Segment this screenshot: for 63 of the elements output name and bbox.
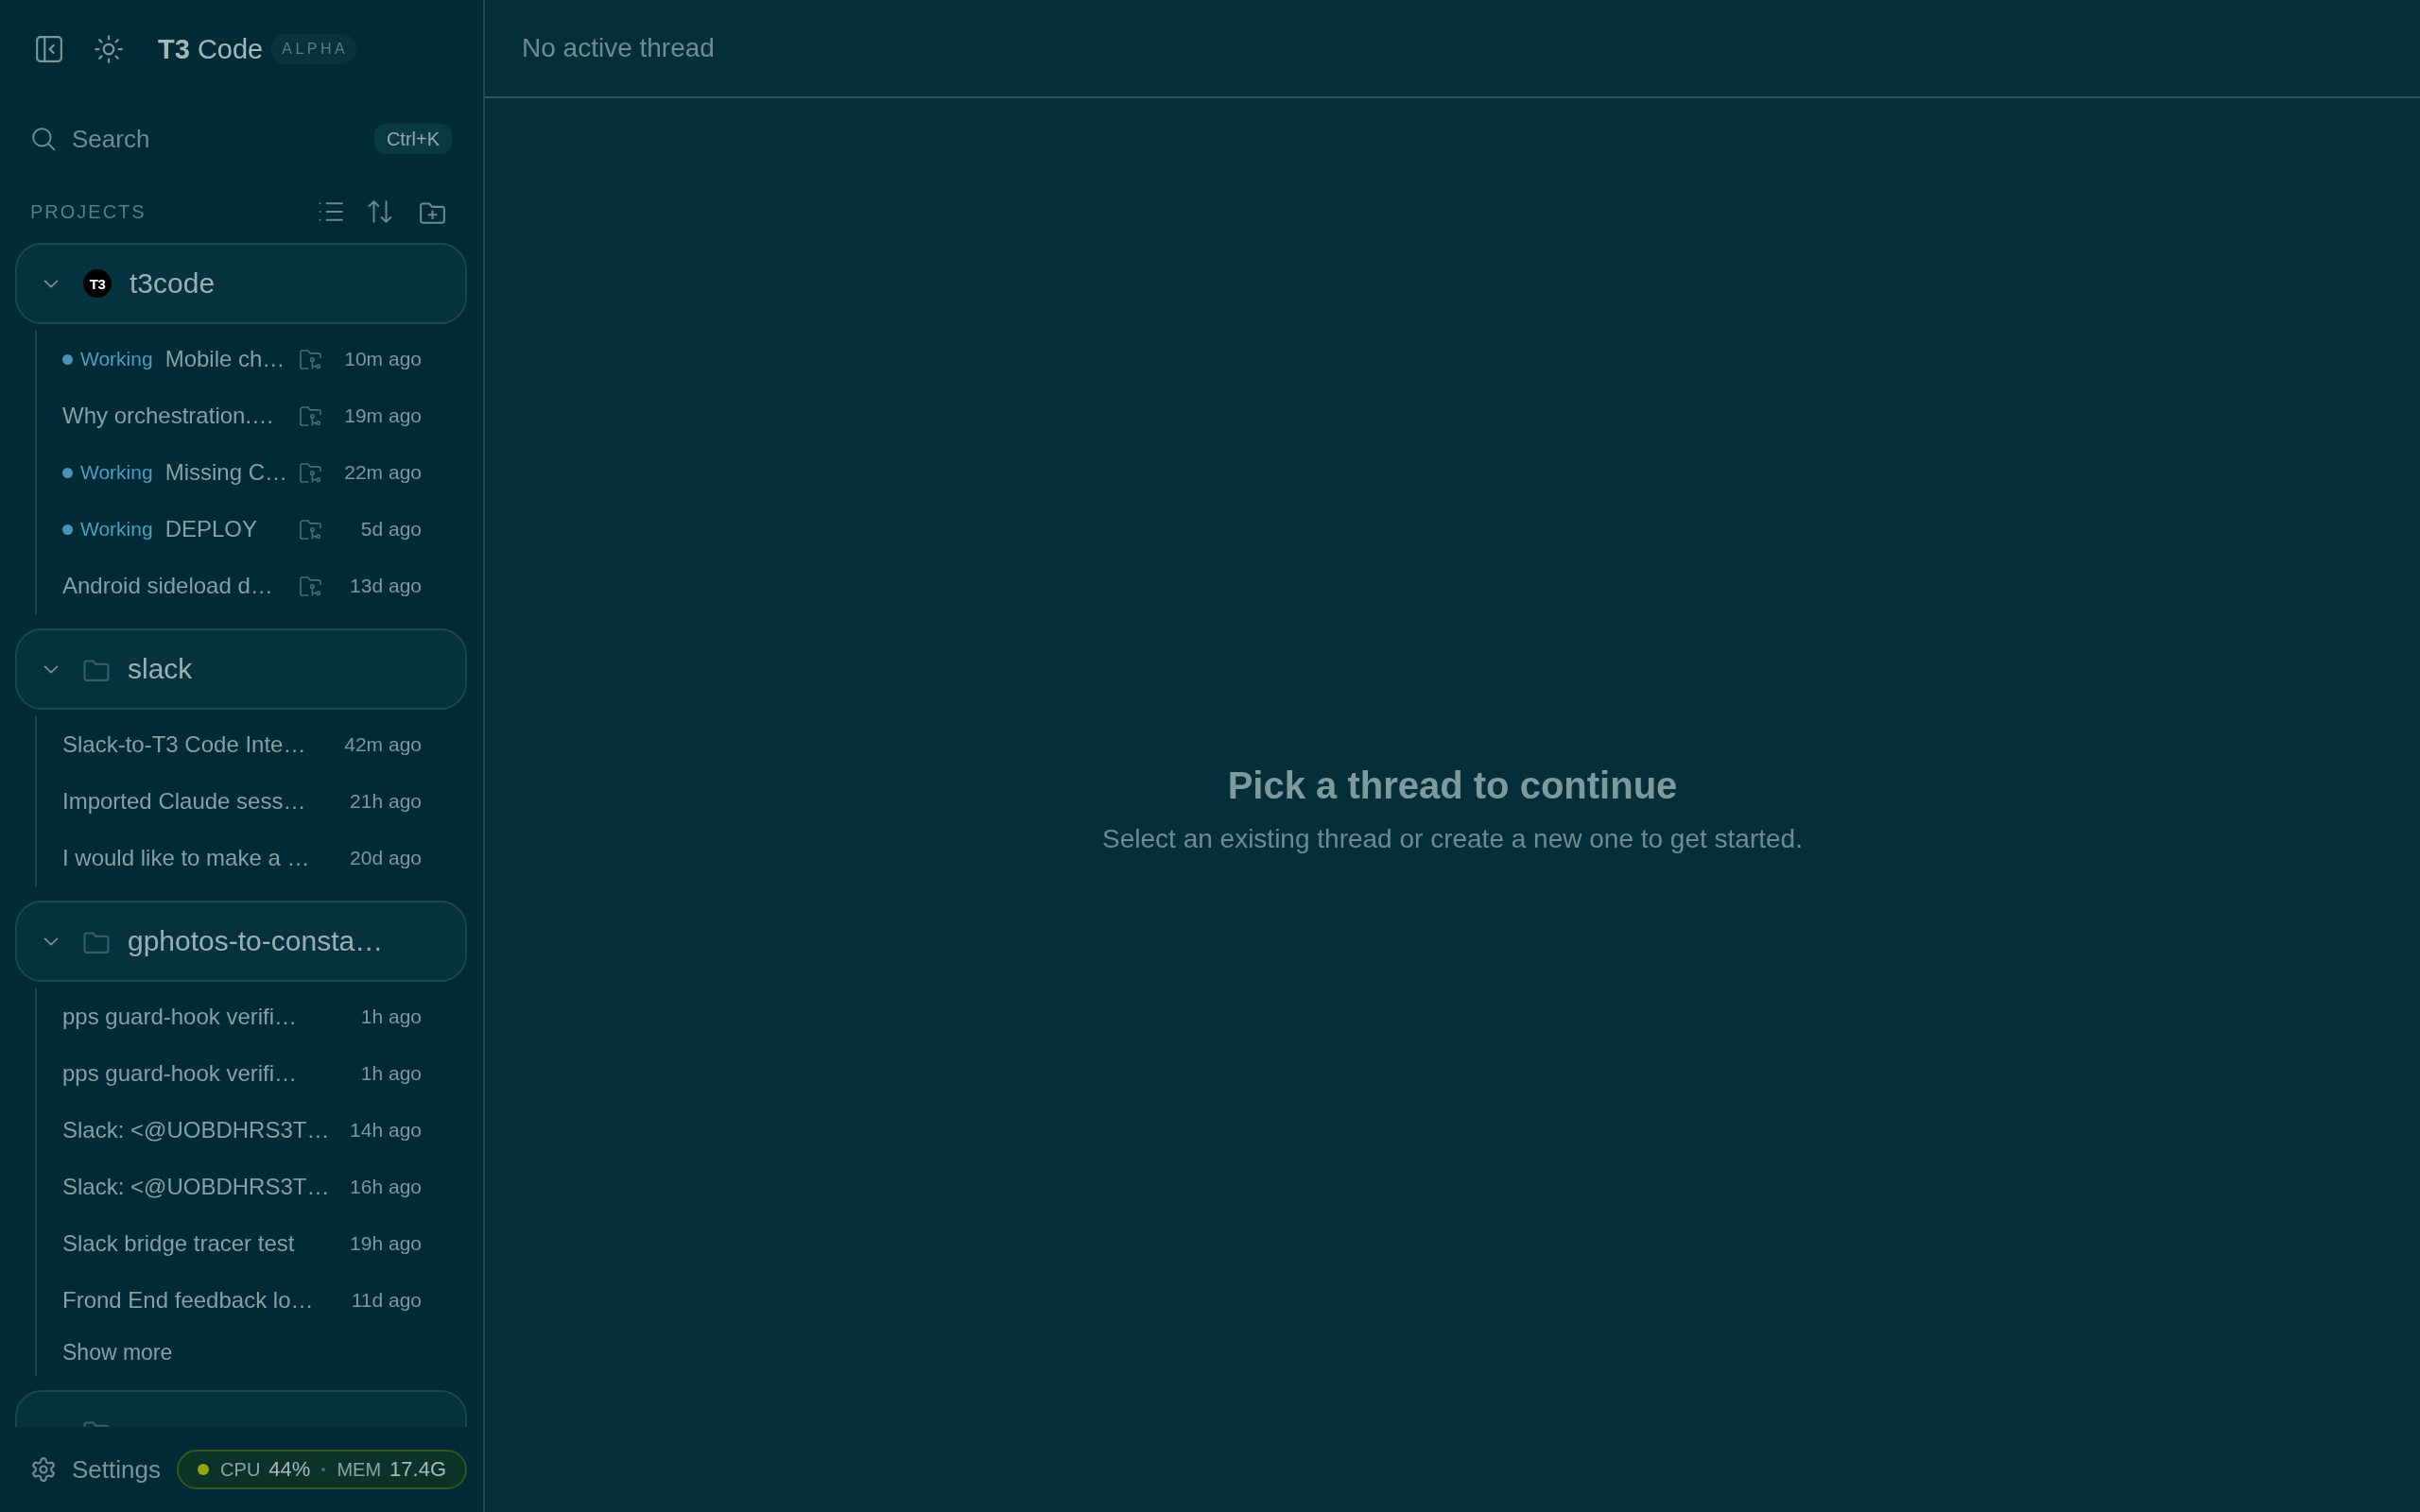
empty-state-text: Select an existing thread or create a new one to get started. xyxy=(1102,822,1803,855)
status-label: Working xyxy=(80,518,153,541)
show-more-link[interactable]: Show more xyxy=(62,1339,173,1366)
project-logo: T3 xyxy=(83,269,112,298)
thread-time: 20d ago xyxy=(350,847,422,869)
status-dot-icon xyxy=(198,1464,210,1475)
sort-icon[interactable] xyxy=(368,199,392,224)
cpu-label: CPU xyxy=(220,1458,261,1481)
settings-icon xyxy=(31,1457,56,1482)
cpu-value: 44% xyxy=(268,1457,311,1482)
separator-dot-icon xyxy=(321,1468,326,1471)
status-dot-icon xyxy=(62,353,73,365)
thread-time: 14h ago xyxy=(350,1119,422,1142)
list-icon[interactable] xyxy=(319,199,343,224)
empty-state-title: Pick a thread to continue xyxy=(1227,763,1678,807)
project-row[interactable]: T3 t3code xyxy=(15,243,467,324)
thread-title[interactable]: Slack-to-T3 Code Inte… xyxy=(62,731,306,758)
sidebar-toggle-icon[interactable] xyxy=(36,36,62,62)
thread-title[interactable]: I would like to make a … xyxy=(62,845,310,871)
new-folder-icon[interactable] xyxy=(420,199,445,224)
thread-time: 5d ago xyxy=(360,518,422,541)
settings-button[interactable]: Settings xyxy=(31,1454,161,1485)
thread-title[interactable]: pps guard-hook verifi… xyxy=(62,1004,298,1030)
thread-time: 1h ago xyxy=(360,1062,422,1085)
status-dot-icon xyxy=(62,524,73,535)
app-title: T3 Code xyxy=(158,33,264,65)
thread-time: 21h ago xyxy=(350,790,422,813)
memory-value: 17.4G xyxy=(389,1457,446,1482)
version-badge: ALPHA xyxy=(270,34,357,64)
thread-title[interactable]: Slack: <@UOBDHRS3T… xyxy=(62,1174,330,1200)
thread-time: 10m ago xyxy=(344,348,422,370)
thread-time: 19h ago xyxy=(350,1232,422,1255)
project-row[interactable]: gphotos-to-consta… xyxy=(15,901,467,982)
thread-title[interactable]: Slack: <@UOBDHRS3T… xyxy=(62,1117,330,1143)
project-row[interactable]: slack xyxy=(15,628,467,710)
thread-time: 11d ago xyxy=(351,1289,422,1312)
thread-title[interactable]: Imported Claude sess… xyxy=(62,788,306,815)
shortcut-key: Ctrl+K xyxy=(373,124,452,154)
thread-title[interactable]: DEPLOY xyxy=(164,516,257,542)
thread-title[interactable]: pps guard-hook verifi… xyxy=(62,1060,298,1087)
thread-time: 19m ago xyxy=(344,404,422,427)
folder-icon xyxy=(83,657,110,681)
thread-time: 42m ago xyxy=(344,733,422,756)
thread-time: 22m ago xyxy=(344,461,422,484)
thread-title[interactable]: Why orchestration.… xyxy=(62,403,275,429)
thread-time: 16h ago xyxy=(350,1176,422,1198)
thread-header-title: No active thread xyxy=(522,33,715,63)
thread-title[interactable]: Missing C… xyxy=(164,459,287,486)
thread-title[interactable]: Mobile ch… xyxy=(164,346,285,372)
search-icon xyxy=(31,127,56,151)
status-label: Working xyxy=(80,348,153,370)
section-label: PROJECTS xyxy=(30,200,147,223)
folder-icon xyxy=(83,929,110,954)
status-dot-icon xyxy=(62,467,73,478)
search-button[interactable]: Search Ctrl+K xyxy=(15,112,467,165)
memory-label: MEM xyxy=(337,1458,382,1481)
thread-time: 13d ago xyxy=(350,575,422,597)
thread-title[interactable]: Android sideload d… xyxy=(62,573,273,599)
thread-title[interactable]: Frond End feedback lo… xyxy=(62,1287,314,1314)
thread-title[interactable]: Slack bridge tracer test xyxy=(62,1230,295,1257)
thread-time: 1h ago xyxy=(360,1005,422,1028)
sun-icon[interactable] xyxy=(95,35,123,63)
status-label: Working xyxy=(80,461,153,484)
